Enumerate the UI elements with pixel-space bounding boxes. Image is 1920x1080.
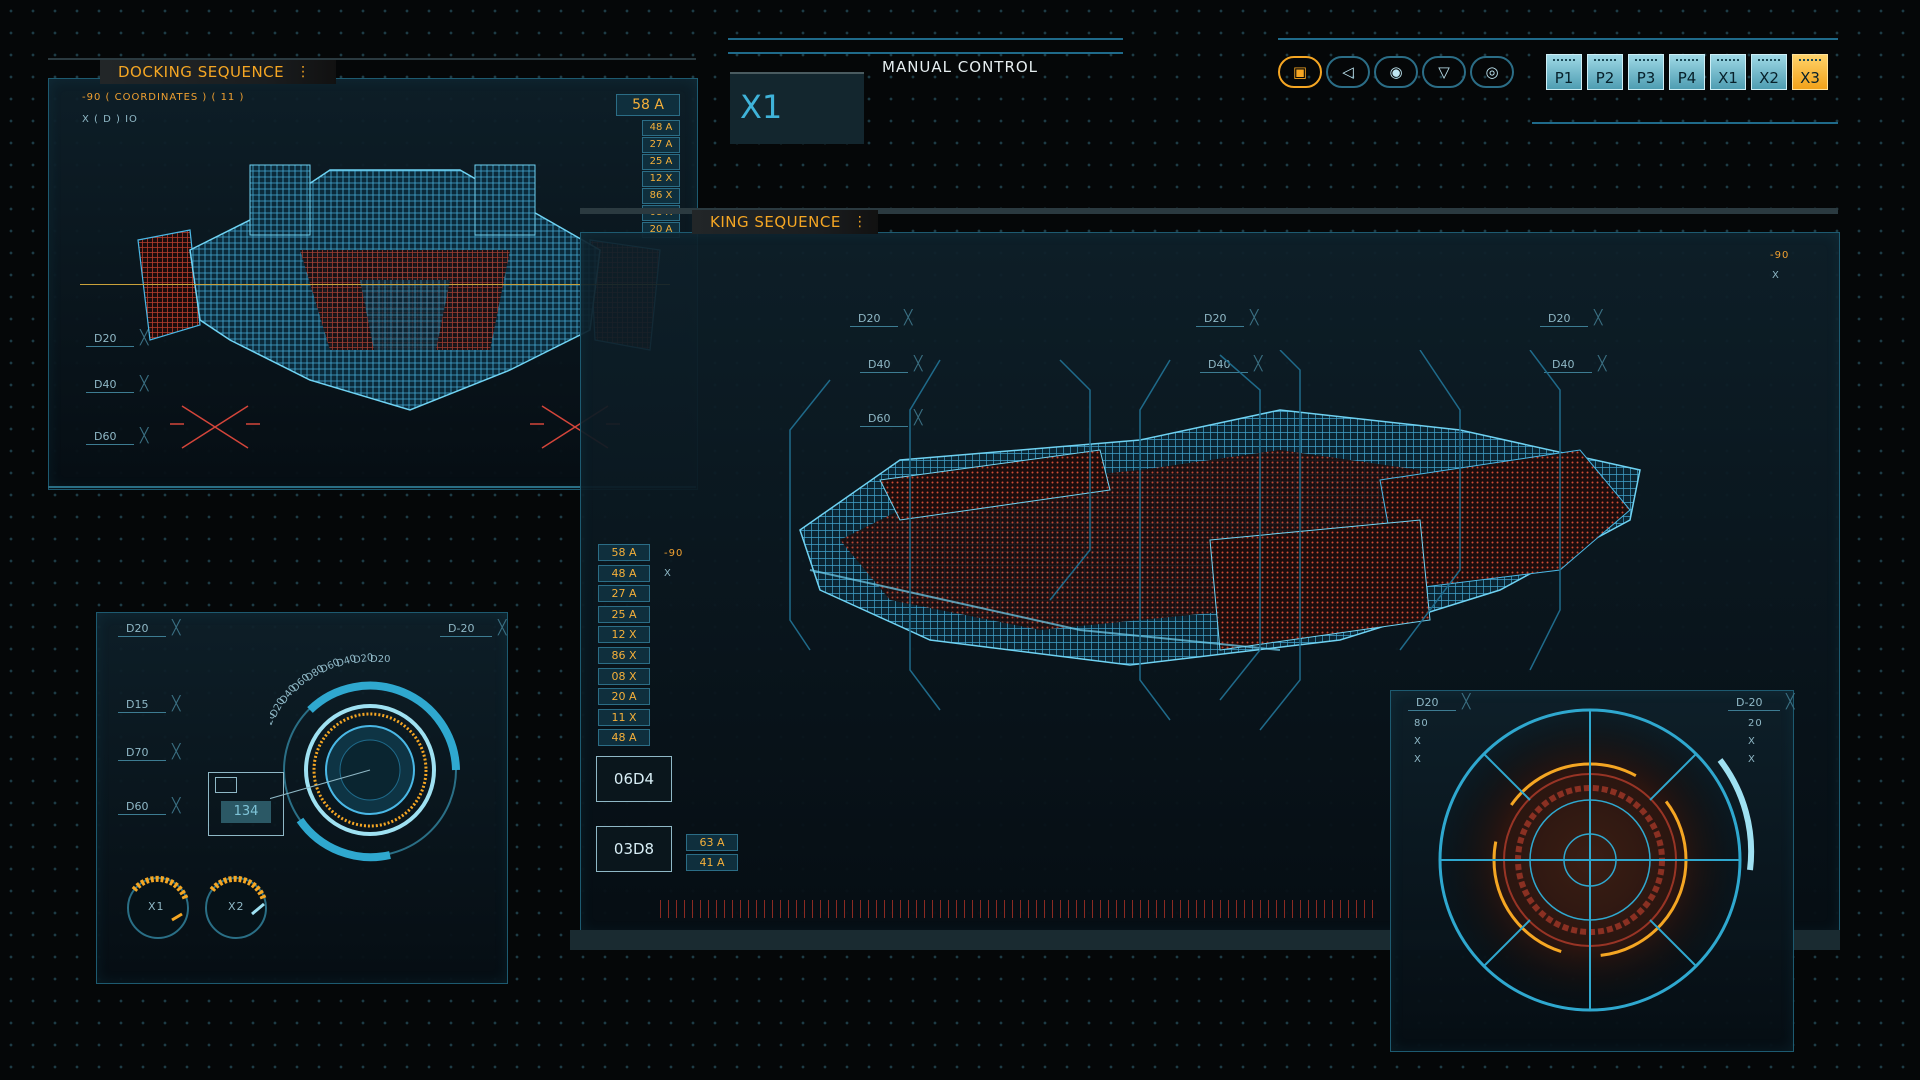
side-value: -90 <box>664 548 684 559</box>
leader-tag: D20 <box>1540 310 1603 327</box>
side-chip[interactable]: 08 X <box>598 667 650 685</box>
preset-tick-marks <box>1758 59 1780 64</box>
manual-control-label: MANUAL CONTROL <box>882 58 1039 76</box>
arrow-left-icon[interactable]: ◁ <box>1326 56 1370 88</box>
main-chip[interactable]: 58 A <box>616 94 680 116</box>
bottom-tick-ruler <box>660 900 1380 918</box>
main-panel-title: KING SEQUENCE ⋮ <box>692 210 878 234</box>
top-bar-line-1 <box>728 38 1123 40</box>
leader-tag: D20 <box>850 310 913 327</box>
gauge-tag: D15 <box>118 696 181 713</box>
gauge-tag: D60 <box>118 798 181 815</box>
preset-button-p3[interactable]: P3 <box>1628 54 1664 90</box>
code-box-2[interactable]: 03D8 <box>596 826 672 872</box>
side-chip[interactable]: 48 A <box>598 729 650 747</box>
main-gauge[interactable]: D20D20D40D60D80D60D40D20D20 <box>270 630 490 870</box>
target-x-marker-left <box>170 405 260 449</box>
docking-panel-title: DOCKING SEQUENCE ⋮ <box>100 60 336 84</box>
main-menu-dots-icon[interactable]: ⋮ <box>853 214 868 230</box>
manual-control-display-value: X1 <box>740 88 783 126</box>
preset-label: P2 <box>1595 69 1615 87</box>
code-box-chip[interactable]: 63 A <box>686 834 738 851</box>
preset-label: X1 <box>1718 69 1738 87</box>
preset-tick-marks <box>1635 59 1657 64</box>
code-box-chip[interactable]: 41 A <box>686 854 738 871</box>
side-chip[interactable]: 27 A <box>598 585 650 603</box>
side-chip[interactable]: 12 X <box>598 626 650 644</box>
dial-x2-label: X2 <box>228 900 245 913</box>
preset-button-x3[interactable]: X3 <box>1792 54 1828 90</box>
side-chip[interactable]: 20 A <box>598 688 650 706</box>
side-chip[interactable]: 58 A <box>598 544 650 561</box>
preset-tick-marks <box>1553 59 1575 64</box>
axis-tag: D20 <box>86 330 149 347</box>
side-chip[interactable]: 11 X <box>598 708 650 726</box>
main-corner-value: -90 <box>1770 250 1790 261</box>
crosshair-icon[interactable]: ◉ <box>1374 56 1418 88</box>
gauge-readout-box: 134 <box>208 772 284 836</box>
preset-button-p4[interactable]: P4 <box>1669 54 1705 90</box>
preset-button-x2[interactable]: X2 <box>1751 54 1787 90</box>
gauge-tag: D70 <box>118 744 181 761</box>
preset-button-p1[interactable]: P1 <box>1546 54 1582 90</box>
top-bar-line-2 <box>728 52 1123 54</box>
main-corner-marker: X <box>1772 270 1780 281</box>
ring-icon[interactable]: ◎ <box>1470 56 1514 88</box>
coord-line-1: -90 ( COORDINATES ) ( 11 ) <box>82 92 245 103</box>
toolbar-top-line <box>1278 38 1838 40</box>
side-marker: X <box>664 568 672 579</box>
preset-tick-marks <box>1676 59 1698 64</box>
toolbar-bottom-line <box>1532 122 1838 124</box>
dial-x1-label: X1 <box>148 900 165 913</box>
chip-item[interactable]: 48 A <box>642 120 680 136</box>
gauge-readout-value: 134 <box>221 801 271 823</box>
target-square-icon[interactable]: ▣ <box>1278 56 1322 88</box>
arrow-down-icon[interactable]: ▽ <box>1422 56 1466 88</box>
code-box-1[interactable]: 06D4 <box>596 756 672 802</box>
preset-tick-marks <box>1717 59 1739 64</box>
side-chip[interactable]: 86 X <box>598 647 650 664</box>
docking-title-text: DOCKING SEQUENCE <box>118 63 285 81</box>
preset-label: P1 <box>1554 69 1574 87</box>
leader-tag: D20 <box>1196 310 1259 327</box>
preset-label: P3 <box>1636 69 1656 87</box>
side-chip[interactable]: 48 A <box>598 564 650 582</box>
preset-label: P4 <box>1677 69 1697 87</box>
main-title-text: KING SEQUENCE <box>710 213 841 231</box>
axis-tag: D40 <box>86 376 149 393</box>
axis-tag: D60 <box>86 428 149 445</box>
radar-scope[interactable] <box>1420 700 1760 1040</box>
arc-label: D20 <box>370 654 390 665</box>
preset-button-x1[interactable]: X1 <box>1710 54 1746 90</box>
gauge-tag: D20 <box>118 620 181 637</box>
preset-label: X2 <box>1759 69 1779 87</box>
menu-dots-icon[interactable]: ⋮ <box>296 64 311 80</box>
preset-tick-marks <box>1799 59 1821 64</box>
coordinates-readout-2: X ( D ) IO <box>82 114 138 125</box>
manual-control-display[interactable]: X1 <box>730 72 864 144</box>
title-underline <box>48 58 696 60</box>
side-chip[interactable]: 25 A <box>598 605 650 623</box>
preset-button-p2[interactable]: P2 <box>1587 54 1623 90</box>
preset-tick-marks <box>1594 59 1616 64</box>
preset-label: X3 <box>1800 69 1820 87</box>
coordinates-readout: -90 ( COORDINATES ) ( 11 ) <box>82 92 244 103</box>
